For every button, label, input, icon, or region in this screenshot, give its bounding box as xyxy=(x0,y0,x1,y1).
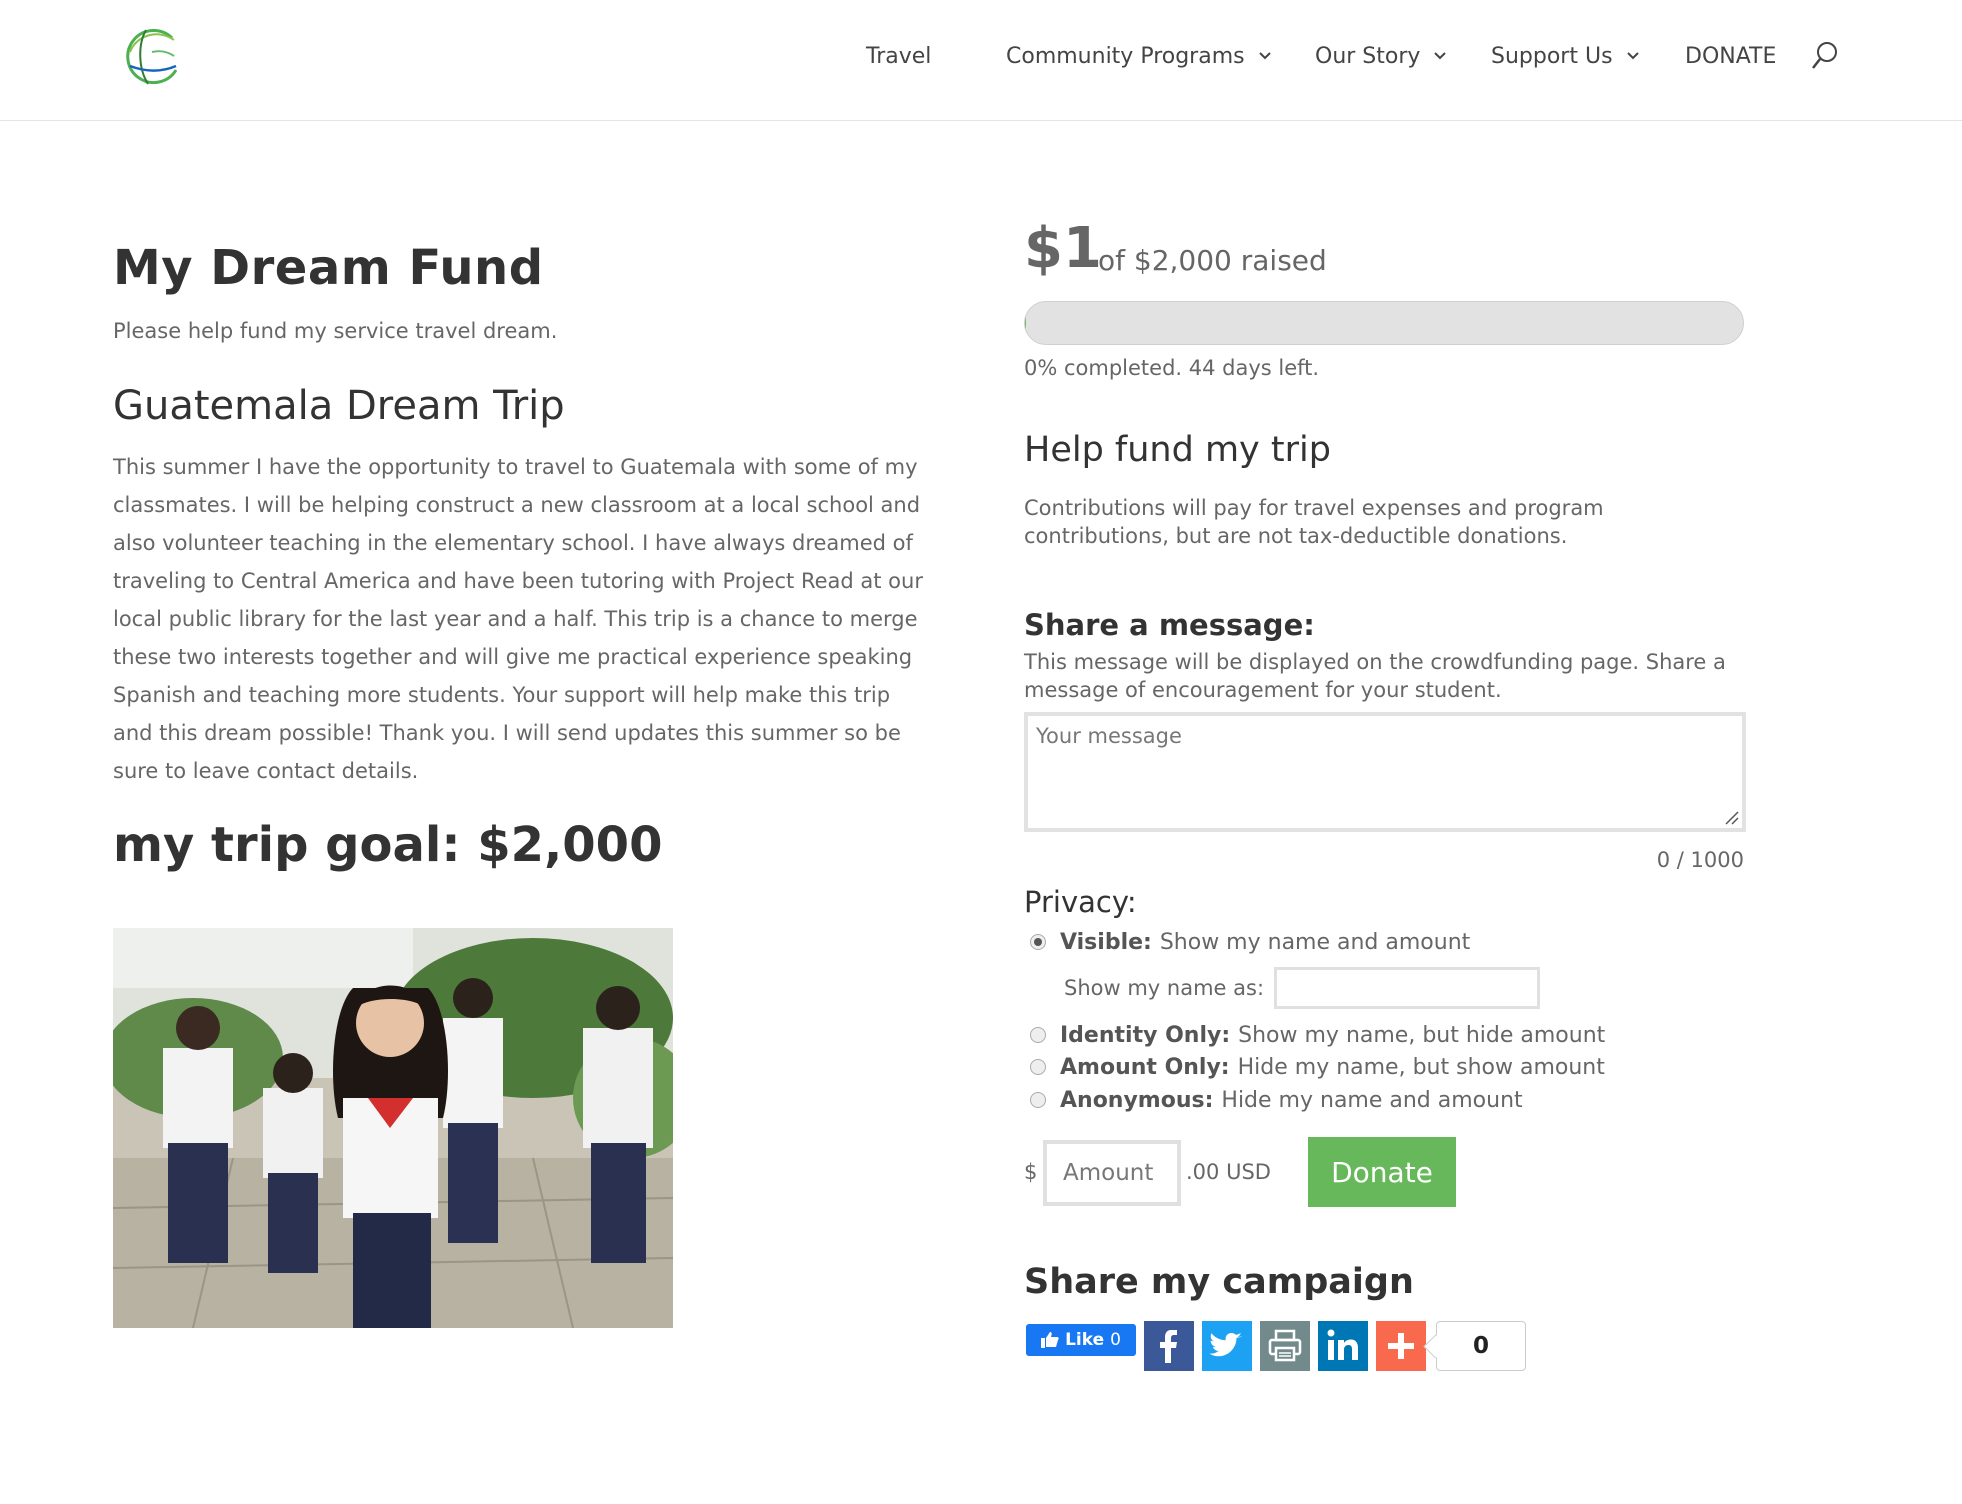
nav-community-programs[interactable]: Community Programs xyxy=(1006,40,1273,72)
share-message-heading: Share a message: xyxy=(1024,608,1315,642)
facebook-like-label: Like xyxy=(1065,1330,1105,1350)
trip-heading: Guatemala Dream Trip xyxy=(113,383,565,429)
show-name-label: Show my name as: xyxy=(1064,976,1265,1000)
message-char-counter: 0 / 1000 xyxy=(1656,848,1744,872)
privacy-visible-title: Visible: xyxy=(1060,929,1152,955)
trip-description: This summer I have the opportunity to tr… xyxy=(113,455,923,783)
raised-amount: $1 xyxy=(1024,216,1102,281)
privacy-option-identity-only[interactable]: Identity Only: Show my name, but hide am… xyxy=(1024,1021,1605,1049)
globe-logo-icon[interactable] xyxy=(116,22,186,92)
addthis-share-button[interactable] xyxy=(1376,1321,1426,1371)
chevron-down-icon xyxy=(1434,52,1447,60)
show-name-input[interactable] xyxy=(1274,967,1540,1009)
privacy-anonymous-radio[interactable] xyxy=(1030,1092,1046,1108)
privacy-anonymous-desc: Hide my name and amount xyxy=(1221,1087,1523,1113)
nav-donate[interactable]: DONATE xyxy=(1685,40,1776,72)
privacy-amount-only-radio[interactable] xyxy=(1030,1059,1046,1075)
progress-bar xyxy=(1024,301,1744,345)
student-photo xyxy=(113,928,673,1328)
page-subtitle: Please help fund my service travel dream… xyxy=(113,319,558,343)
chevron-down-icon xyxy=(1626,52,1639,60)
site-header: Travel Community Programs Our Story Supp… xyxy=(0,0,1962,121)
progress-status: 0% completed. 44 days left. xyxy=(1024,356,1320,380)
share-campaign-heading: Share my campaign xyxy=(1024,1262,1414,1302)
facebook-like-button[interactable]: Like 0 xyxy=(1026,1324,1136,1356)
privacy-heading: Privacy: xyxy=(1024,885,1137,919)
nav-travel[interactable]: Travel xyxy=(866,40,931,72)
donation-amount-input[interactable] xyxy=(1043,1140,1181,1206)
twitter-icon xyxy=(1209,1332,1242,1357)
print-icon xyxy=(1268,1329,1302,1362)
search-icon[interactable] xyxy=(1810,40,1840,72)
privacy-identity-only-radio[interactable] xyxy=(1030,1027,1046,1043)
privacy-option-anonymous[interactable]: Anonymous: Hide my name and amount xyxy=(1024,1086,1523,1114)
facebook-icon xyxy=(1160,1330,1177,1363)
message-textarea[interactable] xyxy=(1024,712,1746,832)
privacy-amount-only-desc: Hide my name, but show amount xyxy=(1237,1054,1605,1080)
nav-our-story[interactable]: Our Story xyxy=(1315,40,1448,72)
help-fund-heading: Help fund my trip xyxy=(1024,430,1331,470)
linkedin-icon xyxy=(1327,1329,1358,1360)
print-button[interactable] xyxy=(1260,1321,1310,1371)
thumbs-up-icon xyxy=(1041,1332,1059,1348)
donate-button[interactable]: Donate xyxy=(1308,1137,1456,1207)
twitter-share-button[interactable] xyxy=(1202,1321,1252,1371)
share-count-value: 0 xyxy=(1472,1333,1489,1359)
chevron-down-icon xyxy=(1258,52,1271,60)
raised-of-goal: of $2,000 raised xyxy=(1098,244,1327,277)
facebook-like-count: 0 xyxy=(1110,1330,1121,1350)
share-count-badge: 0 xyxy=(1436,1321,1526,1371)
goal-heading: my trip goal: $2,000 xyxy=(113,817,663,873)
share-message-description: This message will be displayed on the cr… xyxy=(1024,650,1726,702)
currency-suffix: .00 USD xyxy=(1186,1160,1271,1184)
privacy-visible-desc: Show my name and amount xyxy=(1159,929,1471,955)
privacy-amount-only-title: Amount Only: xyxy=(1060,1054,1230,1080)
facebook-share-button[interactable] xyxy=(1144,1321,1194,1371)
resize-handle-icon[interactable] xyxy=(1724,810,1740,826)
page-title: My Dream Fund xyxy=(113,240,544,296)
currency-symbol: $ xyxy=(1024,1160,1038,1184)
nav-our-story-label: Our Story xyxy=(1315,43,1421,69)
privacy-identity-only-title: Identity Only: xyxy=(1060,1022,1231,1048)
contributions-note: Contributions will pay for travel expens… xyxy=(1024,496,1604,548)
privacy-option-amount-only[interactable]: Amount Only: Hide my name, but show amou… xyxy=(1024,1053,1605,1081)
nav-travel-label: Travel xyxy=(866,43,932,69)
nav-donate-label: DONATE xyxy=(1685,43,1777,69)
linkedin-share-button[interactable] xyxy=(1318,1321,1368,1371)
privacy-visible-radio[interactable] xyxy=(1030,934,1046,950)
plus-icon xyxy=(1388,1333,1414,1359)
nav-community-programs-label: Community Programs xyxy=(1006,43,1245,69)
privacy-option-visible[interactable]: Visible: Show my name and amount xyxy=(1024,928,1470,956)
privacy-identity-only-desc: Show my name, but hide amount xyxy=(1238,1022,1606,1048)
privacy-anonymous-title: Anonymous: xyxy=(1060,1087,1214,1113)
nav-support-us[interactable]: Support Us xyxy=(1491,40,1641,72)
nav-support-us-label: Support Us xyxy=(1491,43,1613,69)
